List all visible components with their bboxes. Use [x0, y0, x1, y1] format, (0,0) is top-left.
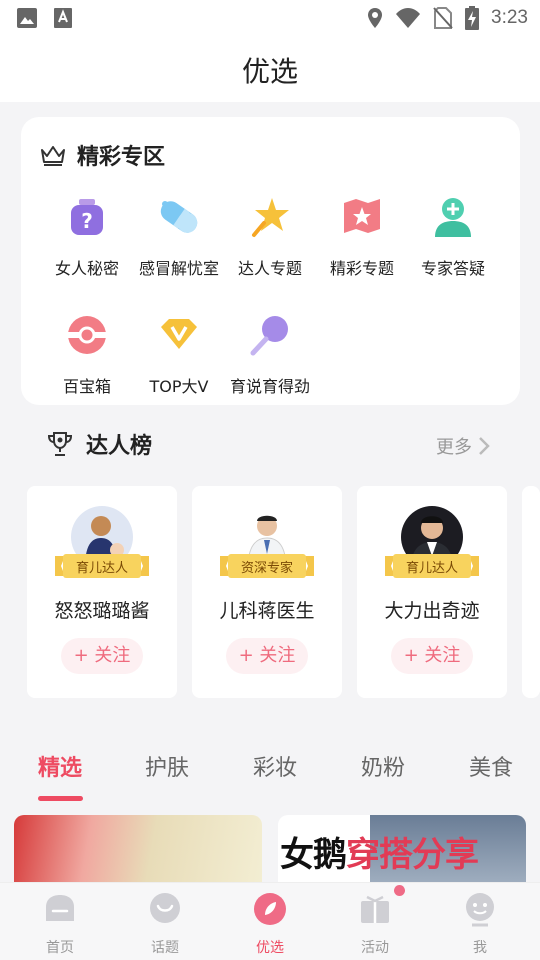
status-bar: 3:23 [0, 0, 540, 36]
svg-text:?: ? [81, 209, 93, 233]
battery-charging-icon [465, 6, 480, 30]
notification-dot [394, 885, 405, 896]
featured-item-treasure-box[interactable]: 百宝箱 [37, 313, 137, 397]
doctor-icon [435, 198, 471, 237]
featured-item-women-secret[interactable]: ? 女人秘密 [37, 195, 137, 279]
feed-card-title: 女鹅穿搭分享 [280, 835, 479, 875]
tab-makeup[interactable]: 彩妆 [253, 750, 297, 782]
featured-item-wonderful-topic[interactable]: 精彩专题 [312, 195, 412, 279]
status-badge: 育儿达人 [55, 554, 149, 578]
featured-item-parenting-talk[interactable]: 育说育得劲 [220, 313, 320, 397]
tab-skincare[interactable]: 护肤 [145, 750, 189, 782]
ranking-title: 达人榜 [86, 434, 153, 459]
nav-activity[interactable]: 活动 [335, 891, 415, 957]
trophy-icon [47, 432, 73, 456]
expert-name: 大力出奇迹 [384, 600, 480, 622]
topic-icon [150, 893, 180, 923]
follow-button[interactable]: + 关注 [226, 638, 308, 674]
status-badge: 育儿达人 [385, 554, 479, 578]
tab-milk-powder[interactable]: 奶粉 [361, 750, 405, 782]
category-tabs: 精选 护肤 彩妆 奶粉 美食 [0, 740, 540, 800]
clock: 3:23 [491, 7, 528, 28]
bottom-nav: 首页 话题 优选 活动 我 [0, 882, 540, 960]
gift-icon [361, 895, 389, 923]
more-link[interactable]: 更多 [436, 433, 490, 459]
featured-item-expert-qa[interactable]: 专家答疑 [403, 195, 503, 279]
star-wand-icon [252, 198, 289, 237]
nav-topic[interactable]: 话题 [125, 891, 205, 957]
pill-icon [160, 201, 198, 233]
location-icon [368, 8, 383, 28]
featured-item-cold-relief[interactable]: 感冒解忧室 [129, 195, 229, 279]
page-title: 优选 [241, 55, 298, 88]
title-bar: 优选 [0, 36, 540, 102]
no-sim-icon [433, 7, 453, 29]
nav-profile[interactable]: 我 [440, 891, 520, 957]
active-tab-indicator [38, 796, 83, 801]
expert-card[interactable]: 育儿达人 大力出奇迹 + 关注 [357, 486, 507, 698]
follow-button[interactable]: + 关注 [391, 638, 473, 674]
expert-card[interactable]: 育儿达人 怒怒璐璐酱 + 关注 [27, 486, 177, 698]
secret-bottle-icon: ? [71, 199, 103, 235]
tab-featured[interactable]: 精选 [38, 750, 82, 782]
expert-card[interactable]: 资深专家 儿科蒋医生 + 关注 [192, 486, 342, 698]
tab-food[interactable]: 美食 [469, 750, 513, 782]
featured-section: 精彩专区 ? 女人秘密 感冒解忧室 达人专题 精彩专题 专家答疑 百宝箱 TOP… [21, 117, 520, 405]
status-badge: 资深专家 [220, 554, 314, 578]
follow-button[interactable]: + 关注 [61, 638, 143, 674]
top-v-diamond-icon [161, 319, 197, 349]
expert-name: 儿科蒋医生 [219, 600, 315, 622]
featured-item-expert-topic[interactable]: 达人专题 [220, 195, 320, 279]
featured-title: 精彩专区 [77, 145, 166, 170]
home-icon [46, 895, 74, 921]
treasure-box-icon [68, 316, 106, 354]
expert-card-partial[interactable] [522, 486, 540, 698]
nav-home[interactable]: 首页 [20, 891, 100, 957]
lollipop-icon [250, 316, 288, 356]
wifi-icon [396, 8, 421, 28]
map-star-icon [344, 199, 380, 233]
chevron-right-icon [479, 437, 490, 455]
crown-icon [41, 146, 65, 166]
expert-name: 怒怒璐璐酱 [54, 600, 150, 622]
nav-featured[interactable]: 优选 [230, 891, 310, 957]
image-icon [17, 8, 37, 28]
featured-icon [254, 893, 286, 925]
featured-item-top-v[interactable]: TOP大V [129, 313, 229, 397]
profile-icon [466, 893, 494, 927]
ranking-header: 达人榜 [46, 428, 152, 460]
keyboard-a-icon [54, 8, 72, 28]
